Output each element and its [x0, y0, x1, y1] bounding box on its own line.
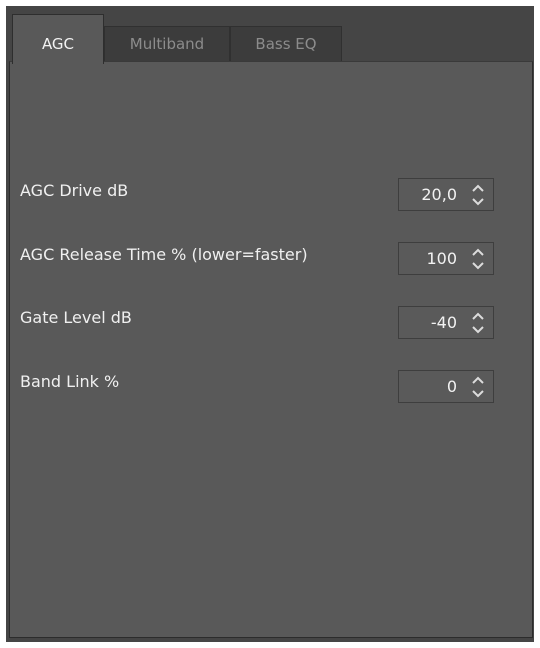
- agc-panel: AGC Drive dB 20,0 AGC Release Time % (lo…: [9, 61, 533, 638]
- arrow-down-icon[interactable]: [471, 261, 485, 270]
- arrow-up-icon[interactable]: [471, 248, 485, 257]
- arrow-up-icon[interactable]: [471, 376, 485, 385]
- tab-bass-eq[interactable]: Bass EQ: [230, 26, 342, 61]
- arrow-down-icon[interactable]: [471, 325, 485, 334]
- arrow-up-icon[interactable]: [471, 184, 485, 193]
- agc-drive-label: AGC Drive dB: [20, 181, 129, 200]
- band-link-value[interactable]: 0: [447, 371, 457, 402]
- tab-multiband[interactable]: Multiband: [104, 26, 230, 61]
- gate-level-spinbox[interactable]: -40: [398, 306, 494, 339]
- spin-arrows: [471, 184, 485, 206]
- spin-arrows: [471, 312, 485, 334]
- gate-level-label: Gate Level dB: [20, 308, 132, 327]
- agc-release-time-label: AGC Release Time % (lower=faster): [20, 245, 308, 264]
- arrow-down-icon[interactable]: [471, 389, 485, 398]
- agc-drive-value[interactable]: 20,0: [421, 179, 457, 210]
- spin-arrows: [471, 376, 485, 398]
- band-link-label: Band Link %: [20, 372, 120, 391]
- tab-bar: AGC Multiband Bass EQ: [6, 6, 534, 64]
- tab-agc[interactable]: AGC: [12, 14, 104, 64]
- band-link-spinbox[interactable]: 0: [398, 370, 494, 403]
- settings-window: AGC Multiband Bass EQ AGC Drive dB 20,0 …: [6, 6, 534, 642]
- arrow-down-icon[interactable]: [471, 197, 485, 206]
- agc-release-time-spinbox[interactable]: 100: [398, 242, 494, 275]
- spin-arrows: [471, 248, 485, 270]
- arrow-up-icon[interactable]: [471, 312, 485, 321]
- agc-drive-spinbox[interactable]: 20,0: [398, 178, 494, 211]
- agc-release-time-value[interactable]: 100: [426, 243, 457, 274]
- gate-level-value[interactable]: -40: [431, 307, 457, 338]
